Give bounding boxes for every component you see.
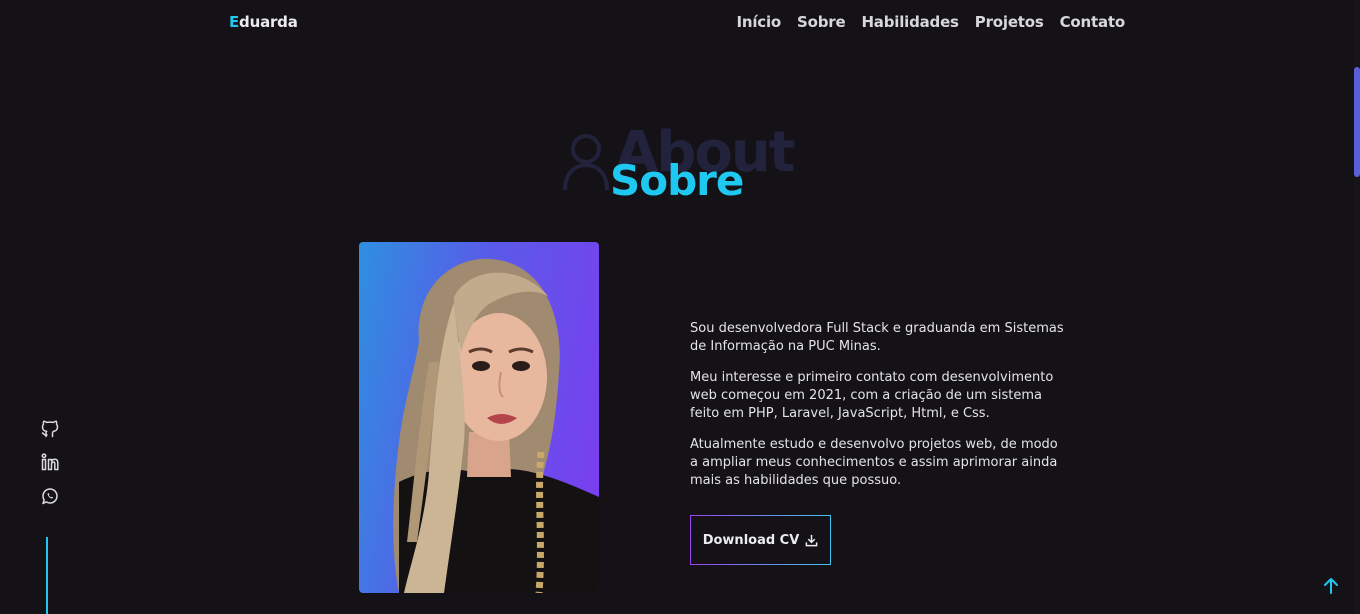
- main-menu: Início Sobre Habilidades Projetos Contat…: [736, 13, 1125, 31]
- nav-link-habilidades[interactable]: Habilidades: [861, 13, 959, 31]
- social-links: [40, 418, 60, 520]
- about-text: Sou desenvolvedora Full Stack e graduand…: [690, 320, 1065, 503]
- download-cv-button[interactable]: Download CV: [690, 515, 831, 565]
- navbar: Eduarda Início Sobre Habilidades Projeto…: [0, 0, 1360, 46]
- about-paragraph-1: Sou desenvolvedora Full Stack e graduand…: [690, 321, 1064, 354]
- profile-photo: [359, 242, 599, 593]
- user-icon: [563, 134, 609, 191]
- nav-link-contato[interactable]: Contato: [1060, 13, 1126, 31]
- nav-link-inicio[interactable]: Início: [736, 13, 781, 31]
- section-heading: Sobre: [610, 156, 744, 205]
- download-icon: [805, 534, 818, 546]
- logo-initial: E: [229, 13, 240, 31]
- nav-link-sobre[interactable]: Sobre: [797, 13, 846, 31]
- arrow-up-icon[interactable]: [1322, 577, 1340, 595]
- download-cv-label: Download CV: [702, 532, 800, 548]
- about-paragraph-2: Meu interesse e primeiro contato com des…: [690, 370, 1054, 421]
- about-paragraph-3: Atualmente estudo e desenvolvo projetos …: [690, 437, 1058, 488]
- nav-link-projetos[interactable]: Projetos: [975, 13, 1044, 31]
- github-icon[interactable]: [40, 418, 60, 438]
- logo[interactable]: Eduarda: [229, 13, 298, 31]
- logo-rest: duarda: [239, 13, 298, 31]
- linkedin-icon[interactable]: [40, 452, 60, 472]
- whatsapp-icon[interactable]: [40, 486, 60, 506]
- social-divider-line: [46, 537, 48, 614]
- section-title: About Sobre: [0, 118, 1360, 218]
